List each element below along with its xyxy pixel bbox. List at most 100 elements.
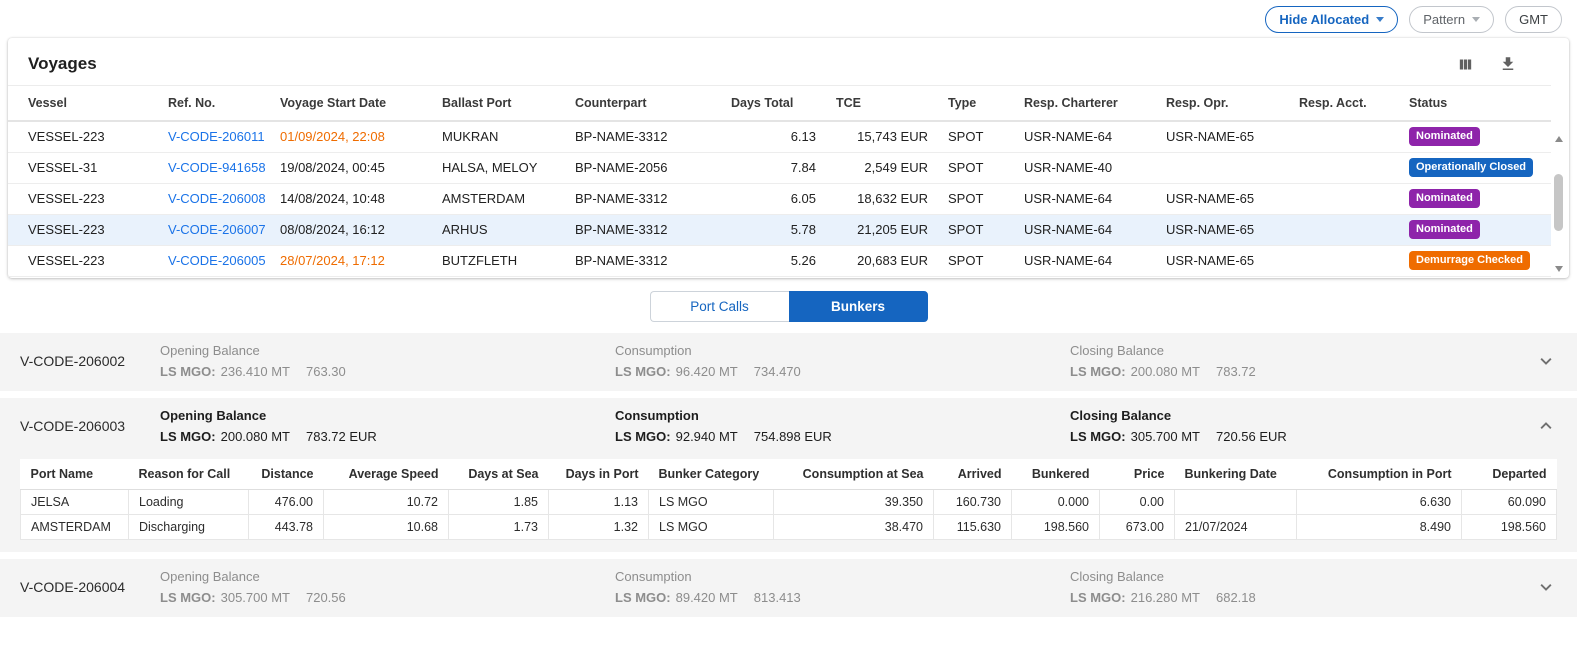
col-header-ref-no[interactable]: Ref. No. <box>158 86 270 122</box>
bunker-card-206004: V-CODE-206004 Opening Balance LS MGO: 30… <box>0 559 1577 617</box>
voyage-row[interactable]: VESSEL-223 V-CODE-206008 14/08/2024, 10:… <box>8 183 1551 214</box>
voyage-row-selected[interactable]: VESSEL-223 V-CODE-206007 08/08/2024, 16:… <box>8 214 1551 245</box>
price-cell: 673.00 <box>1100 514 1175 539</box>
status-badge: Nominated <box>1409 189 1480 208</box>
col-header-ballast-port[interactable]: Ballast Port <box>432 86 565 122</box>
col-header-resp-acct[interactable]: Resp. Acct. <box>1289 86 1399 122</box>
distance-cell: 443.78 <box>249 514 324 539</box>
closing-balance: Closing Balance LS MGO: 305.700 MT 720.5… <box>1070 408 1531 444</box>
status-cell: Nominated <box>1399 214 1551 245</box>
col-header-consumption-in-port: Consumption in Port <box>1297 459 1462 490</box>
voyage-code: V-CODE-206002 <box>20 353 160 369</box>
fuel-quantity: 200.080 MT <box>221 429 290 444</box>
scrollbar-thumb[interactable] <box>1554 174 1563 231</box>
columns-icon[interactable] <box>1456 56 1475 73</box>
days-total-cell: 5.78 <box>721 214 826 245</box>
col-header-bunkered: Bunkered <box>1012 459 1100 490</box>
fuel-quantity: 236.410 MT <box>221 364 290 379</box>
bunker-card-206003: V-CODE-206003 Opening Balance LS MGO: 20… <box>0 398 1577 552</box>
voyage-row[interactable]: VESSEL-223 V-CODE-206011 01/09/2024, 22:… <box>8 121 1551 152</box>
fuel-quantity: 305.700 MT <box>1131 429 1200 444</box>
port-calls-table: Port Name Reason for Call Distance Avera… <box>20 459 1557 540</box>
vessel-cell: VESSEL-223 <box>8 121 158 152</box>
counterpart-cell: BP-NAME-3312 <box>565 183 721 214</box>
consumption-in-port-cell: 6.630 <box>1297 489 1462 514</box>
tab-bunkers[interactable]: Bunkers <box>789 291 928 322</box>
port-call-row[interactable]: AMSTERDAM Discharging 443.78 10.68 1.73 … <box>21 514 1557 539</box>
voyage-row[interactable]: VESSEL-31 V-CODE-941658 19/08/2024, 00:4… <box>8 152 1551 183</box>
reason-cell: Discharging <box>129 514 249 539</box>
balance-label: Opening Balance <box>160 343 615 358</box>
ref-no-link[interactable]: V-CODE-206008 <box>158 183 270 214</box>
col-header-vessel[interactable]: Vessel <box>8 86 158 122</box>
status-cell: Nominated <box>1399 121 1551 152</box>
fuel-label: LS MGO: <box>160 590 216 605</box>
col-header-resp-charterer[interactable]: Resp. Charterer <box>1014 86 1156 122</box>
fuel-quantity: 200.080 MT <box>1131 364 1200 379</box>
col-header-type[interactable]: Type <box>938 86 1014 122</box>
opening-balance: Opening Balance LS MGO: 200.080 MT 783.7… <box>160 408 615 444</box>
fuel-label: LS MGO: <box>160 429 216 444</box>
col-header-arrived: Arrived <box>934 459 1012 490</box>
tce-cell: 20,683 EUR <box>826 245 938 276</box>
scroll-down-icon[interactable] <box>1555 266 1563 272</box>
fuel-amount: 783.72 <box>1216 364 1256 379</box>
start-date-cell: 01/09/2024, 22:08 <box>270 121 432 152</box>
type-cell: SPOT <box>938 183 1014 214</box>
hide-allocated-dropdown[interactable]: Hide Allocated <box>1265 6 1398 33</box>
fuel-quantity: 92.940 MT <box>676 429 738 444</box>
resp-opr-cell: USR-NAME-65 <box>1156 245 1289 276</box>
col-header-status[interactable]: Status <box>1399 86 1551 122</box>
fuel-quantity: 305.700 MT <box>221 590 290 605</box>
bunker-category-cell: LS MGO <box>649 514 774 539</box>
start-date-cell: 08/08/2024, 16:12 <box>270 214 432 245</box>
status-cell: Demurrage Checked <box>1399 245 1551 276</box>
chevron-down-icon <box>1376 17 1384 22</box>
voyage-row[interactable]: VESSEL-223 V-CODE-206005 28/07/2024, 17:… <box>8 245 1551 276</box>
vessel-cell: VESSEL-223 <box>8 245 158 276</box>
consumption-balance: Consumption LS MGO: 92.940 MT 754.898 EU… <box>615 408 1070 444</box>
bunker-card-header[interactable]: V-CODE-206002 Opening Balance LS MGO: 23… <box>20 343 1557 379</box>
col-header-start-date[interactable]: Voyage Start Date <box>270 86 432 122</box>
chevron-down-icon[interactable] <box>1531 576 1557 598</box>
gmt-button[interactable]: GMT <box>1505 6 1562 33</box>
chevron-up-icon[interactable] <box>1531 415 1557 437</box>
days-in-port-cell: 1.13 <box>549 489 649 514</box>
voyage-code: V-CODE-206004 <box>20 579 160 595</box>
bunker-card-header[interactable]: V-CODE-206004 Opening Balance LS MGO: 30… <box>20 569 1557 605</box>
col-header-tce[interactable]: TCE <box>826 86 938 122</box>
bunker-card-header[interactable]: V-CODE-206003 Opening Balance LS MGO: 20… <box>20 408 1557 444</box>
col-header-counterpart[interactable]: Counterpart <box>565 86 721 122</box>
average-speed-cell: 10.68 <box>324 514 449 539</box>
ref-no-link[interactable]: V-CODE-206011 <box>158 121 270 152</box>
days-at-sea-cell: 1.73 <box>449 514 549 539</box>
tab-port-calls[interactable]: Port Calls <box>650 291 789 322</box>
average-speed-cell: 10.72 <box>324 489 449 514</box>
hide-allocated-label: Hide Allocated <box>1279 12 1369 27</box>
tce-cell: 2,549 EUR <box>826 152 938 183</box>
col-header-resp-opr[interactable]: Resp. Opr. <box>1156 86 1289 122</box>
vertical-scrollbar[interactable] <box>1552 136 1565 272</box>
status-badge: Nominated <box>1409 127 1480 146</box>
scrollbar-track[interactable] <box>1552 142 1565 266</box>
reason-cell: Loading <box>129 489 249 514</box>
bunker-card-206002: V-CODE-206002 Opening Balance LS MGO: 23… <box>0 333 1577 391</box>
download-icon[interactable] <box>1499 55 1517 73</box>
port-calls-header-row: Port Name Reason for Call Distance Avera… <box>21 459 1557 490</box>
ballast-port-cell: ARHUS <box>432 214 565 245</box>
ref-no-link[interactable]: V-CODE-941658 <box>158 152 270 183</box>
col-header-reason: Reason for Call <box>129 459 249 490</box>
pattern-label: Pattern <box>1423 12 1465 27</box>
bunkering-date-cell: 21/07/2024 <box>1175 514 1297 539</box>
balance-label: Closing Balance <box>1070 569 1531 584</box>
ref-no-link[interactable]: V-CODE-206007 <box>158 214 270 245</box>
ref-no-link[interactable]: V-CODE-206005 <box>158 245 270 276</box>
chevron-down-icon[interactable] <box>1531 350 1557 372</box>
port-call-row[interactable]: JELSA Loading 476.00 10.72 1.85 1.13 LS … <box>21 489 1557 514</box>
resp-opr-cell: USR-NAME-65 <box>1156 183 1289 214</box>
pattern-dropdown[interactable]: Pattern <box>1409 6 1494 33</box>
bunker-category-cell: LS MGO <box>649 489 774 514</box>
fuel-quantity: 96.420 MT <box>676 364 738 379</box>
status-badge: Nominated <box>1409 220 1480 239</box>
col-header-days-total[interactable]: Days Total <box>721 86 826 122</box>
